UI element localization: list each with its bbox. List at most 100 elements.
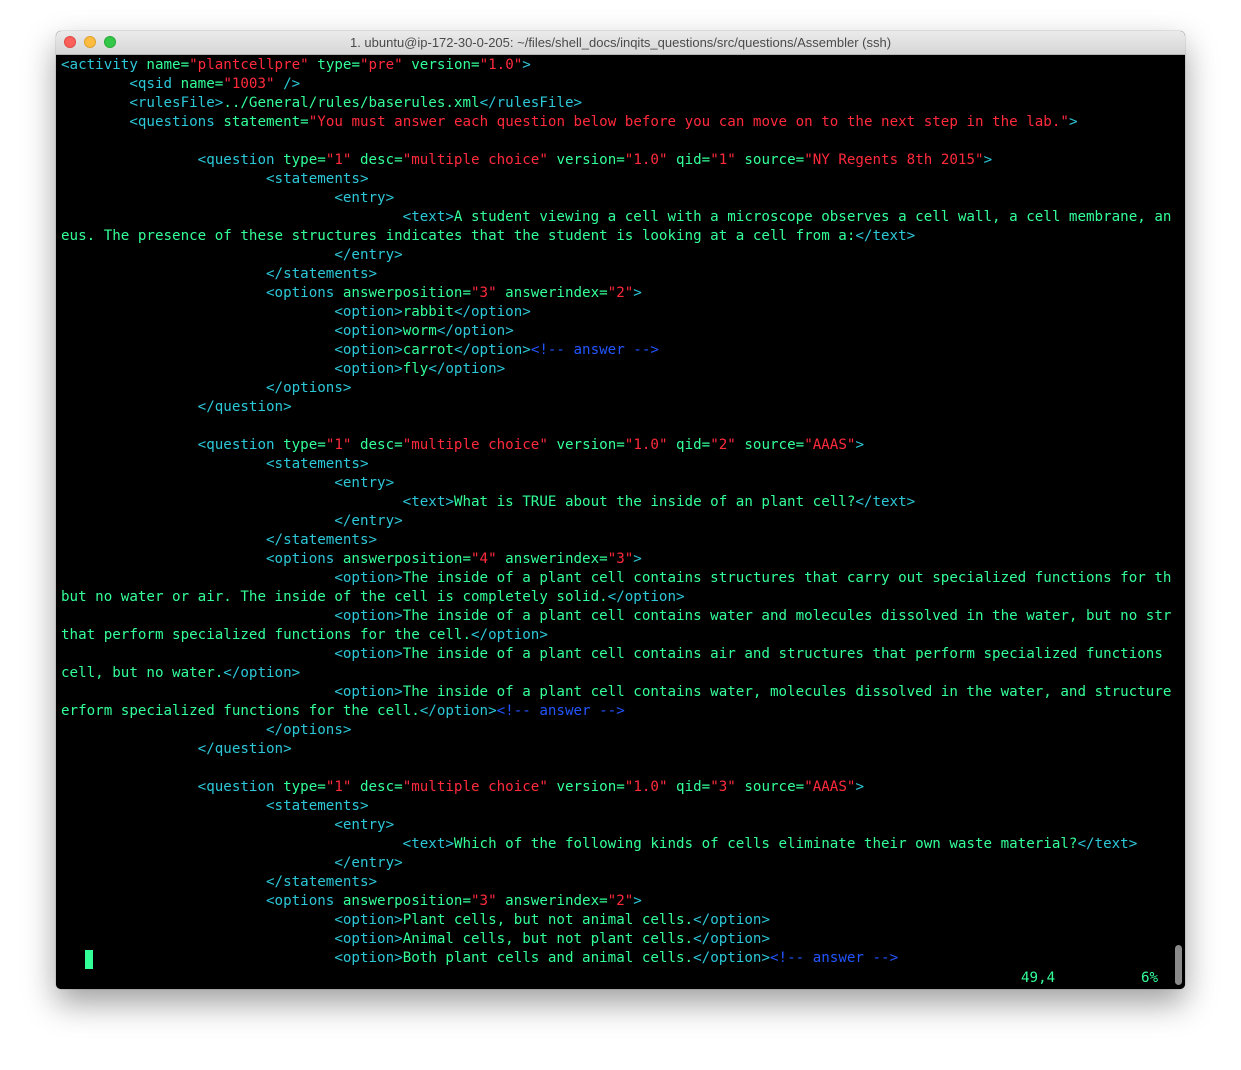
code-token: The inside of a plant cell contains wate… xyxy=(402,608,1185,624)
code-token: > xyxy=(855,437,864,453)
code-line: </options> xyxy=(61,721,351,740)
code-line: </statements> xyxy=(61,873,377,892)
code-token: answerposition= xyxy=(342,551,471,567)
code-token: source= xyxy=(735,152,805,168)
code-line: <activity name="plantcellpre" type="pre"… xyxy=(61,56,531,75)
code-token: </option> xyxy=(419,703,497,719)
code-token: fly xyxy=(402,361,429,377)
code-line: <text>What is TRUE about the inside of a… xyxy=(61,493,916,512)
code-token: <option> xyxy=(334,304,403,320)
code-token: name= xyxy=(146,57,190,73)
code-token: statement= xyxy=(223,114,309,130)
code-line: <qsid name="1003" /> xyxy=(61,75,300,94)
code-token: <!-- answer --> xyxy=(496,703,625,719)
code-token: <option> xyxy=(334,646,403,662)
code-line: <entry> xyxy=(61,816,394,835)
code-token: Both plant cells and animal cells. xyxy=(402,950,694,966)
code-line: <entry> xyxy=(61,474,394,493)
code-token: version= xyxy=(547,437,625,453)
code-line: <option>worm</option> xyxy=(61,322,514,341)
code-token: <statements> xyxy=(266,456,369,472)
code-token: </statements> xyxy=(266,266,378,282)
code-token: "2" xyxy=(607,285,634,301)
code-token: > xyxy=(633,893,642,909)
code-token: <option> xyxy=(334,912,403,928)
code-token: </option> xyxy=(607,589,685,605)
code-token: "AAAS" xyxy=(804,437,856,453)
code-token: /> xyxy=(274,76,301,92)
code-line: </statements> xyxy=(61,531,377,550)
scrollbar[interactable] xyxy=(1171,55,1185,989)
code-token: <entry> xyxy=(334,190,395,206)
code-token: "multiple choice" xyxy=(402,437,548,453)
code-token: type= xyxy=(308,57,360,73)
code-token: </statements> xyxy=(266,532,378,548)
cursor-position: 49,4 xyxy=(1021,970,1056,986)
code-token: What is TRUE about the inside of an plan… xyxy=(453,494,856,510)
code-token: rabbit xyxy=(402,304,454,320)
code-line: <options answerposition="4" answerindex=… xyxy=(61,550,642,569)
code-token: "1.0" xyxy=(624,437,668,453)
code-token: <statements> xyxy=(266,171,369,187)
code-token: </text> xyxy=(1077,836,1138,852)
code-line: </statements> xyxy=(61,265,377,284)
vim-editor[interactable]: 49,4 6% <activity name="plantcellpre" ty… xyxy=(56,55,1185,989)
code-token: Plant cells, but not animal cells. xyxy=(402,912,694,928)
code-token: desc= xyxy=(351,152,403,168)
code-token: </options> xyxy=(266,722,352,738)
code-token: "1" xyxy=(325,779,352,795)
code-token: </question> xyxy=(197,399,292,415)
code-token: source= xyxy=(735,437,805,453)
code-token: <questions xyxy=(129,114,224,130)
code-token: > xyxy=(522,57,531,73)
code-line: but no water or air. The inside of the c… xyxy=(61,588,685,607)
code-token: </option> xyxy=(693,912,770,928)
code-line: <question type="1" desc="multiple choice… xyxy=(61,778,864,797)
code-token: "pre" xyxy=(359,57,403,73)
code-token: </option> xyxy=(436,323,514,339)
code-line: <question type="1" desc="multiple choice… xyxy=(61,436,864,455)
code-token: desc= xyxy=(351,437,403,453)
code-token: ../General/rules/baserules.xml xyxy=(223,95,480,111)
code-token: cell, but no water. xyxy=(61,665,224,681)
code-line: <option>Plant cells, but not animal cell… xyxy=(61,911,770,930)
code-token: > xyxy=(633,551,642,567)
code-line: <entry> xyxy=(61,189,394,208)
code-line: <text>Which of the following kinds of ce… xyxy=(61,835,1138,854)
code-token: </text> xyxy=(855,494,916,510)
code-token: > xyxy=(983,152,993,168)
code-token: <option> xyxy=(334,323,403,339)
code-token: "1.0" xyxy=(624,152,668,168)
code-token: carrot xyxy=(402,342,454,358)
code-token: <option> xyxy=(334,950,403,966)
code-line: </entry> xyxy=(61,246,402,265)
code-token: answerindex= xyxy=(496,285,608,301)
code-token: "AAAS" xyxy=(804,779,856,795)
code-token: </option> xyxy=(453,304,531,320)
code-token: "1003" xyxy=(223,76,275,92)
title-bar[interactable]: 1. ubuntu@ip-172-30-0-205: ~/files/shell… xyxy=(56,31,1185,55)
code-token: Animal cells, but not plant cells. xyxy=(402,931,694,947)
code-token: qid= xyxy=(667,779,711,795)
scrollbar-thumb[interactable] xyxy=(1175,945,1182,985)
code-token: type= xyxy=(283,779,326,795)
code-token: <!-- answer --> xyxy=(530,342,659,358)
